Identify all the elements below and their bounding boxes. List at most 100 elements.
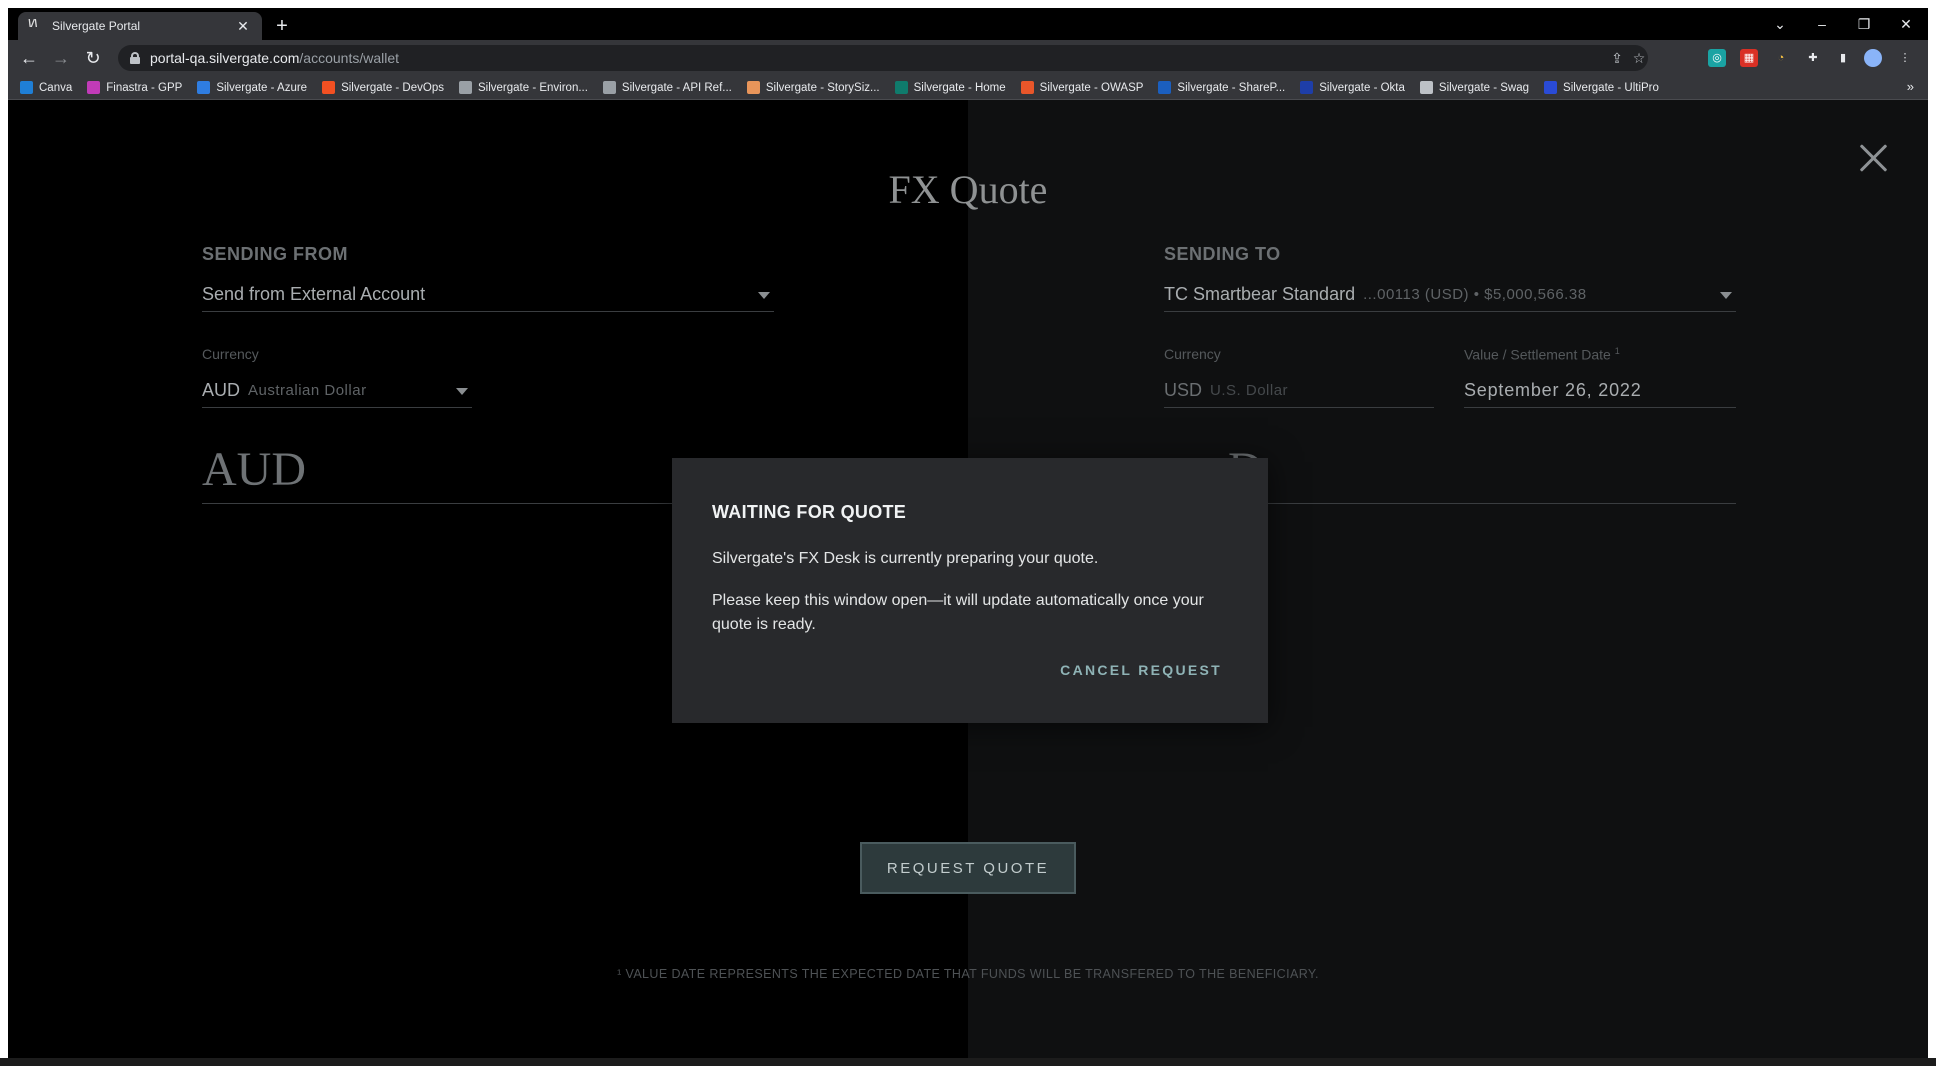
bookmark-label: Silvergate - API Ref... (621, 81, 732, 94)
bookmark-favicon-icon (87, 81, 101, 94)
bookmark-label: Silvergate - Okta (1319, 81, 1405, 94)
dialog-instructions: Please keep this window open—it will upd… (712, 592, 1204, 633)
window-close-icon[interactable]: ✕ (1886, 12, 1926, 36)
bookmark-label: Silvergate - Azure (216, 81, 308, 94)
from-currency-name: Australian Dollar (248, 382, 367, 399)
bookmark-label: Silvergate - OWASP (1039, 81, 1144, 94)
bookmark-item[interactable]: Silvergate - API Ref... (602, 81, 732, 94)
to-currency-label: Currency (1164, 346, 1221, 362)
bookmark-item[interactable]: Canva (20, 81, 72, 94)
extension-icon[interactable]: ◎ (1708, 49, 1726, 67)
bookmark-item[interactable]: Silvergate - StorySiz... (746, 81, 880, 94)
bookmark-favicon-icon (1300, 81, 1314, 94)
from-currency-code: AUD (202, 380, 241, 400)
extension-icon[interactable]: ▦ (1740, 49, 1758, 67)
bookmark-favicon-icon (322, 81, 336, 94)
lock-icon (130, 52, 140, 64)
to-currency-code: USD (1164, 380, 1203, 400)
address-bar[interactable]: portal-qa.silvergate.com/accounts/wallet… (118, 45, 1648, 71)
value-date-label: Value / Settlement Date 1 (1464, 346, 1620, 363)
send-amount-input[interactable]: AUD (202, 438, 702, 504)
bookmark-favicon-icon (1544, 81, 1558, 94)
sending-from-value: Send from External Account (202, 284, 426, 304)
bookmark-label: Silvergate - StorySiz... (765, 81, 880, 94)
silvergate-logo-icon: \/\ (28, 18, 38, 30)
bookmark-label: Silvergate - Swag (1438, 81, 1530, 94)
bookmark-label: Silvergate - Environ... (477, 81, 588, 94)
bookmark-item[interactable]: Finastra - GPP (87, 81, 182, 94)
bookmark-item[interactable]: Silvergate - Okta (1300, 81, 1405, 94)
chevron-down-icon (758, 292, 770, 299)
browser-window: \/\ Silvergate Portal ✕ + ⌄ – ❐ ✕ ← → ↻ … (8, 8, 1928, 1066)
bookmark-favicon-icon (894, 81, 908, 94)
new-tab-button[interactable]: + (270, 14, 294, 38)
bookmark-item[interactable]: Silvergate - DevOps (322, 81, 444, 94)
avatar[interactable] (1864, 49, 1882, 67)
bookmark-label: Silvergate - DevOps (341, 81, 444, 94)
sending-from-select[interactable]: Send from External Account (202, 278, 774, 312)
receive-amount-input[interactable]: D (1228, 438, 1736, 504)
bookmark-favicon-icon (602, 81, 616, 94)
from-currency-select[interactable]: AUD Australian Dollar (202, 374, 472, 408)
bookmark-star-icon[interactable]: ☆ (1630, 49, 1648, 67)
sending-to-account-detail: ...00113 (USD) • $5,000,566.38 (1363, 286, 1587, 303)
fx-quote-page: FX Quote SENDING FROM Send from External… (8, 100, 1928, 1066)
bookmark-item[interactable]: Silvergate - Home (894, 81, 1006, 94)
bookmark-label: Canva (39, 81, 73, 94)
bookmark-label: Silvergate - ShareP... (1177, 81, 1286, 94)
value-date: September 26, 2022 (1464, 380, 1642, 400)
bookmark-item[interactable]: Silvergate - UltiPro (1544, 81, 1659, 94)
bookmark-item[interactable]: Silvergate - Swag (1419, 81, 1530, 94)
to-currency-name: U.S. Dollar (1210, 382, 1289, 399)
back-icon[interactable]: ← (16, 46, 42, 70)
restore-icon[interactable]: ❐ (1844, 12, 1884, 36)
bookmark-favicon-icon (458, 81, 472, 94)
value-date-label-text: Value / Settlement Date (1464, 346, 1611, 363)
chevron-down-icon (456, 388, 468, 395)
share-icon[interactable]: ⇪ (1608, 49, 1626, 67)
extension-icon[interactable]: ◔ (1772, 49, 1790, 67)
bookmarks-bar: Canva Finastra - GPP Silvergate - Azure Sil… (8, 76, 1928, 100)
bookmark-favicon-icon (197, 81, 211, 94)
dialog-message: Silvergate's FX Desk is currently prepar… (712, 550, 1099, 567)
bookmark-favicon-icon (746, 81, 760, 94)
bookmark-label: Finastra - GPP (106, 81, 183, 94)
url-path: /accounts/wallet (299, 50, 400, 66)
bookmark-favicon-icon (1419, 81, 1433, 94)
bookmark-item[interactable]: Silvergate - OWASP (1020, 81, 1144, 94)
tab-close-icon[interactable]: ✕ (234, 18, 252, 35)
to-currency-field: USD U.S. Dollar (1164, 374, 1434, 408)
dialog-title: WAITING FOR QUOTE (712, 502, 907, 522)
sending-to-select[interactable]: TC Smartbear Standard ...00113 (USD) • $… (1164, 278, 1736, 312)
puzzle-icon[interactable]: ✚ (1804, 49, 1822, 67)
url-host: portal-qa.silvergate.com (150, 50, 300, 66)
value-date-field[interactable]: September 26, 2022 (1464, 374, 1736, 408)
waiting-for-quote-dialog: WAITING FOR QUOTE Silvergate's FX Desk i… (672, 458, 1268, 723)
bookmark-favicon-icon (1020, 81, 1034, 94)
reload-icon[interactable]: ↻ (80, 46, 106, 70)
value-date-footnote-marker: 1 (1614, 346, 1620, 356)
cancel-request-button[interactable]: CANCEL REQUEST (1060, 662, 1222, 678)
minimize-icon[interactable]: – (1802, 12, 1842, 36)
bookmarks-overflow-icon[interactable]: » (1907, 79, 1914, 94)
bookmark-favicon-icon (1158, 81, 1172, 94)
sending-from-label: SENDING FROM (202, 244, 349, 264)
side-panel-icon[interactable]: ▮ (1834, 49, 1852, 67)
forward-icon[interactable]: → (48, 46, 74, 70)
browser-tab[interactable]: \/\ Silvergate Portal ✕ (18, 12, 262, 40)
tab-title: Silvergate Portal (52, 19, 141, 33)
menu-icon[interactable]: ⋮ (1896, 49, 1914, 67)
send-amount-currency: AUD (202, 443, 306, 496)
bookmark-label: Silvergate - Home (913, 81, 1006, 94)
bookmark-item[interactable]: Silvergate - Environ... (458, 81, 588, 94)
bookmark-item[interactable]: Silvergate - Azure (197, 81, 307, 94)
bookmark-favicon-icon (20, 81, 33, 94)
tab-search-icon[interactable]: ⌄ (1760, 12, 1800, 36)
chevron-down-icon (1720, 292, 1732, 299)
bookmark-item[interactable]: Silvergate - ShareP... (1158, 81, 1285, 94)
page-title: FX Quote (888, 167, 1048, 212)
value-date-footnote: ¹ VALUE DATE REPRESENTS THE EXPECTED DAT… (617, 967, 1319, 981)
request-quote-button[interactable]: REQUEST QUOTE (860, 842, 1076, 894)
sending-to-label: SENDING TO (1164, 244, 1281, 264)
from-currency-label: Currency (202, 346, 259, 362)
